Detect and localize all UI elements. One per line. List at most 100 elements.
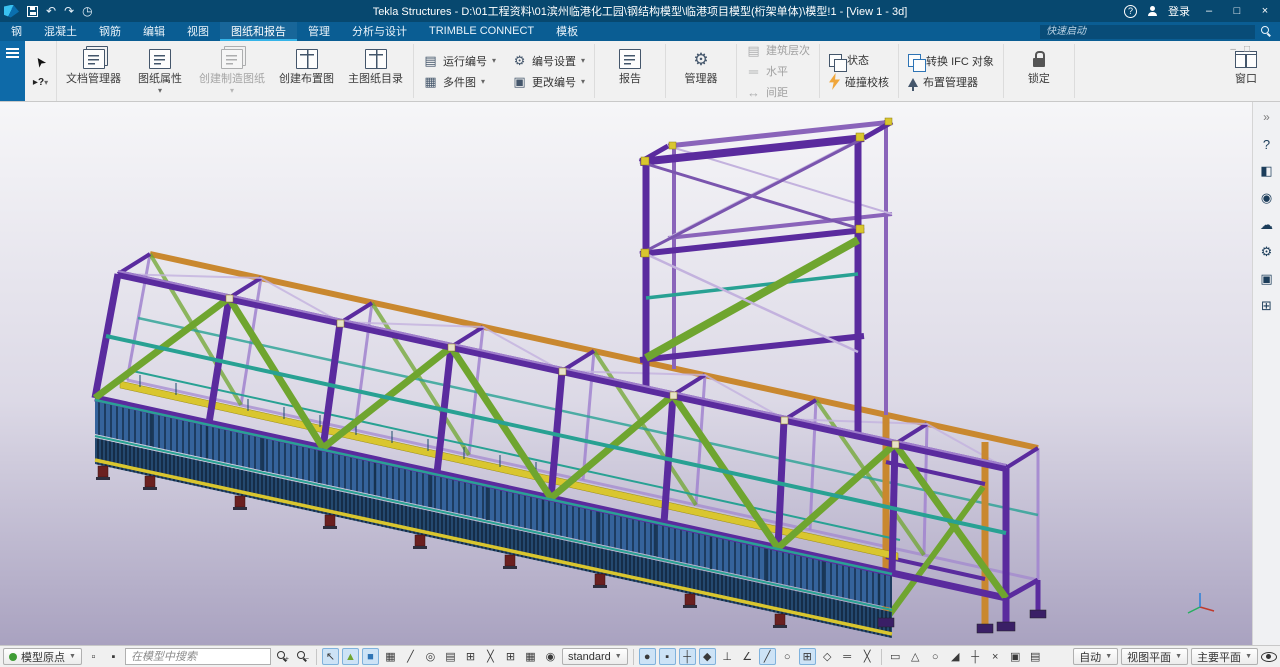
hamburger-icon — [6, 48, 19, 50]
minimize-button[interactable]: – — [1200, 5, 1218, 17]
redo-icon[interactable]: ↷ — [64, 5, 74, 17]
numbering-settings-button[interactable]: ⚙ 编号设置▾ — [508, 52, 589, 70]
fill-tool-icon[interactable]: ▣ — [1007, 648, 1024, 665]
inquire-cursor-button[interactable]: ▸?▾ — [33, 76, 48, 88]
select-points-icon[interactable]: ▦ — [382, 648, 399, 665]
snap-free-icon[interactable]: ◇ — [819, 648, 836, 665]
select-welds-icon[interactable]: ╱ — [402, 648, 419, 665]
model-origin-dropdown[interactable]: 模型原点 ▼ — [3, 648, 82, 665]
collapse-chevron-icon[interactable]: » — [1258, 108, 1276, 126]
zoom-out-icon[interactable]: − — [294, 648, 311, 665]
catalogs-icon[interactable]: ▣ — [1258, 270, 1276, 288]
snap-intersections-icon[interactable]: ┼ — [679, 648, 696, 665]
snap-grid-icon[interactable]: ⊞ — [799, 648, 816, 665]
change-numbering-button[interactable]: ▣ 更改编号▾ — [508, 73, 589, 91]
lock-button[interactable]: 锁定 — [1008, 43, 1070, 99]
coordinate-toggle-icon[interactable]: ▫ — [85, 648, 102, 665]
clip-plane-icon[interactable]: ◧ — [1258, 162, 1276, 180]
measure-tool-icon[interactable]: ▭ — [887, 648, 904, 665]
quick-launch-input[interactable] — [1040, 25, 1255, 39]
snap-nearest-icon[interactable]: ○ — [779, 648, 796, 665]
undo-icon[interactable]: ↶ — [46, 5, 56, 17]
orbit-tool-icon[interactable]: ○ — [927, 648, 944, 665]
model-search-input[interactable] — [125, 648, 271, 665]
spacing-button[interactable]: ↔ 间距 — [742, 83, 814, 101]
visibility-eye-icon[interactable] — [1261, 652, 1277, 662]
view-grid-toggle-icon[interactable]: ▦ — [522, 648, 539, 665]
select-all-icon[interactable]: ╳ — [482, 648, 499, 665]
snap-perpendicular-icon[interactable]: ⊥ — [719, 648, 736, 665]
auto-dropdown[interactable]: 自动▼ — [1073, 648, 1118, 665]
menu-edit[interactable]: 编辑 — [132, 22, 176, 41]
drawing-properties-button[interactable]: 图纸属性 ▾ — [129, 43, 191, 99]
select-components-icon[interactable]: ■ — [362, 648, 379, 665]
snap-ortho-icon[interactable]: ╳ — [859, 648, 876, 665]
selection-filter-dropdown[interactable]: standard ▼ — [562, 648, 628, 665]
master-drawing-catalog-button[interactable]: 主图纸目录 — [342, 43, 409, 99]
quick-launch-search-icon[interactable] — [1261, 26, 1272, 37]
select-pointer-icon[interactable]: ↖ — [322, 648, 339, 665]
render-mode-icon[interactable]: ◉ — [542, 648, 559, 665]
menu-analysis-design[interactable]: 分析与设计 — [341, 22, 418, 41]
document-manager-button[interactable]: 文档管理器 — [60, 43, 127, 99]
select-parts-icon[interactable]: ▲ — [342, 648, 359, 665]
app-menu-button[interactable] — [0, 41, 25, 101]
snap-endpoints-icon[interactable]: ▪ — [659, 648, 676, 665]
menu-view[interactable]: 视图 — [176, 22, 220, 41]
run-numbering-button[interactable]: ▤ 运行编号▾ — [419, 52, 500, 70]
menu-manage[interactable]: 管理 — [297, 22, 341, 41]
view-plane-dropdown[interactable]: 视图平面▼ — [1121, 648, 1188, 665]
clash-check-button[interactable]: 碰撞校核 — [825, 72, 893, 91]
building-hierarchy-button[interactable]: ▤ 建筑层次 — [742, 41, 814, 59]
model-3d-view[interactable] — [0, 102, 1252, 645]
menu-template[interactable]: 模板 — [545, 22, 589, 41]
3d-viewport[interactable] — [0, 102, 1252, 645]
menu-drawings-reports[interactable]: 图纸和报告 — [220, 22, 297, 41]
select-bolts-icon[interactable]: ◎ — [422, 648, 439, 665]
snap-extension-icon[interactable]: ═ — [839, 648, 856, 665]
menu-steel[interactable]: 钢 — [0, 22, 33, 41]
reports-button[interactable]: 报告 — [599, 43, 661, 99]
delete-tool-icon[interactable]: × — [987, 648, 1004, 665]
list-tool-icon[interactable]: ▤ — [1027, 648, 1044, 665]
status-button[interactable]: 状态 — [825, 51, 893, 69]
corner-snap-tool-icon[interactable]: ◢ — [947, 648, 964, 665]
snap-angles-icon[interactable]: ∠ — [739, 648, 756, 665]
menu-trimble-connect[interactable]: TRIMBLE CONNECT — [418, 22, 545, 41]
create-view-tool-icon[interactable]: △ — [907, 648, 924, 665]
help-icon[interactable]: ? — [1124, 5, 1137, 18]
grid-toggle-icon[interactable]: ▪ — [105, 648, 122, 665]
menu-concrete[interactable]: 混凝土 — [33, 22, 88, 41]
create-layout-drawing-button[interactable]: 创建布置图 — [273, 43, 340, 99]
select-cursor-button[interactable]: ➤ — [35, 54, 46, 70]
organizer-icon[interactable]: ⊞ — [1258, 297, 1276, 315]
trimble-connect-cloud-icon[interactable]: ☁ — [1258, 216, 1276, 234]
reference-models-icon[interactable]: ◉ — [1258, 189, 1276, 207]
convert-ifc-button[interactable]: 转换 IFC 对象 — [904, 52, 998, 70]
multi-drawing-button[interactable]: ▦ 多件图▾ — [419, 73, 500, 91]
maximize-button[interactable]: □ — [1228, 5, 1246, 17]
zoom-in-icon[interactable]: + — [274, 648, 291, 665]
work-plane-dropdown[interactable]: 主要平面▼ — [1191, 648, 1258, 665]
save-icon[interactable] — [27, 6, 38, 17]
create-fabrication-drawings-button[interactable]: 创建制造图纸 ▾ — [193, 43, 271, 99]
snap-midpoints-icon[interactable]: ◆ — [699, 648, 716, 665]
login-button[interactable]: 登录 — [1168, 3, 1190, 19]
manager-button[interactable]: ⚙ 管理器 — [670, 43, 732, 99]
user-icon[interactable] — [1147, 6, 1158, 17]
crosshair-tool-icon[interactable]: ┼ — [967, 648, 984, 665]
ribbon-layout-icon[interactable]: □ — [1244, 44, 1250, 55]
select-reinforcement-icon[interactable]: ▤ — [442, 648, 459, 665]
layout-manager-button[interactable]: 布置管理器 — [904, 73, 998, 91]
snap-lines-icon[interactable]: ╱ — [759, 648, 776, 665]
pointer-question-icon[interactable]: ? — [1258, 135, 1276, 153]
menu-rebar[interactable]: 钢筋 — [88, 22, 132, 41]
workplane-toggle-icon[interactable]: ⊞ — [502, 648, 519, 665]
select-plane-icon[interactable]: ⊞ — [462, 648, 479, 665]
applications-components-gear-icon[interactable]: ⚙ — [1258, 243, 1276, 261]
snap-points-icon[interactable]: ● — [639, 648, 656, 665]
level-button[interactable]: ═ 水平 — [742, 62, 814, 80]
close-button[interactable]: × — [1256, 5, 1274, 17]
ribbon-minimize-icon[interactable]: – — [1230, 44, 1236, 55]
history-icon[interactable]: ◷ — [82, 5, 92, 17]
